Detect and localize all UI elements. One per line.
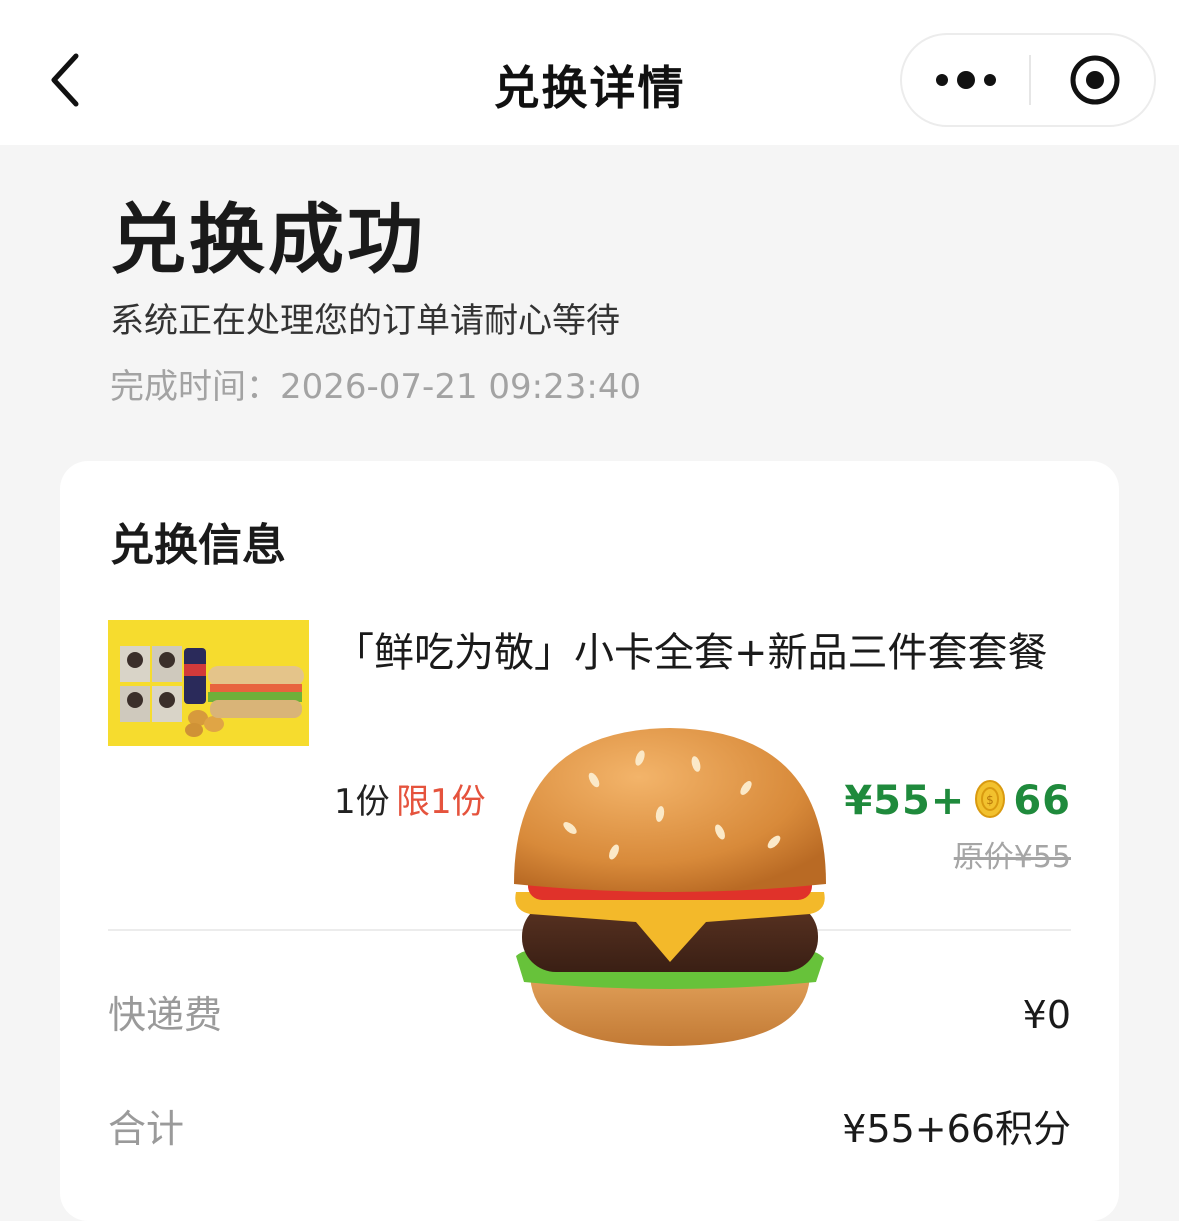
product-quantity: 1份 bbox=[334, 782, 390, 822]
product-price: ¥55+ $ 66 bbox=[844, 771, 1071, 831]
product-photo-icon bbox=[108, 620, 309, 746]
hamburger-emoji bbox=[510, 724, 830, 1050]
nav-bar: 兑换详情 bbox=[0, 0, 1179, 145]
total-label: 合计 bbox=[108, 1107, 185, 1151]
price-points: 66 bbox=[1013, 778, 1071, 824]
original-price: 原价¥55 bbox=[953, 840, 1071, 875]
card-title: 兑换信息 bbox=[110, 520, 286, 571]
close-mini-program-button[interactable] bbox=[1031, 35, 1156, 125]
product-name[interactable]: 「鲜吃为敬」小卡全套+新品三件套套餐 bbox=[334, 621, 1054, 685]
purchase-limit: 限1份 bbox=[396, 782, 486, 822]
shipping-fee-value: ¥0 bbox=[1022, 993, 1071, 1037]
more-dots-icon bbox=[936, 71, 996, 89]
shipping-fee-label: 快递费 bbox=[108, 993, 223, 1037]
status-subtitle: 系统正在处理您的订单请耐心等待 bbox=[110, 301, 620, 341]
more-button[interactable] bbox=[902, 35, 1029, 125]
status-title: 兑换成功 bbox=[110, 195, 426, 284]
target-circle-icon bbox=[1070, 55, 1120, 105]
coin-icon: $ bbox=[973, 779, 1007, 823]
svg-text:$: $ bbox=[987, 793, 995, 807]
total-value: ¥55+66积分 bbox=[842, 1107, 1071, 1151]
completion-time-label: 完成时间： bbox=[110, 367, 280, 407]
mini-program-capsule bbox=[900, 33, 1156, 127]
price-cash: ¥55+ bbox=[844, 778, 966, 824]
product-thumbnail[interactable] bbox=[108, 620, 309, 746]
completion-time-value: 2026-07-21 09:23:40 bbox=[280, 367, 642, 407]
hamburger-icon bbox=[514, 728, 826, 1046]
completion-time: 完成时间：2026-07-21 09:23:40 bbox=[110, 362, 641, 412]
